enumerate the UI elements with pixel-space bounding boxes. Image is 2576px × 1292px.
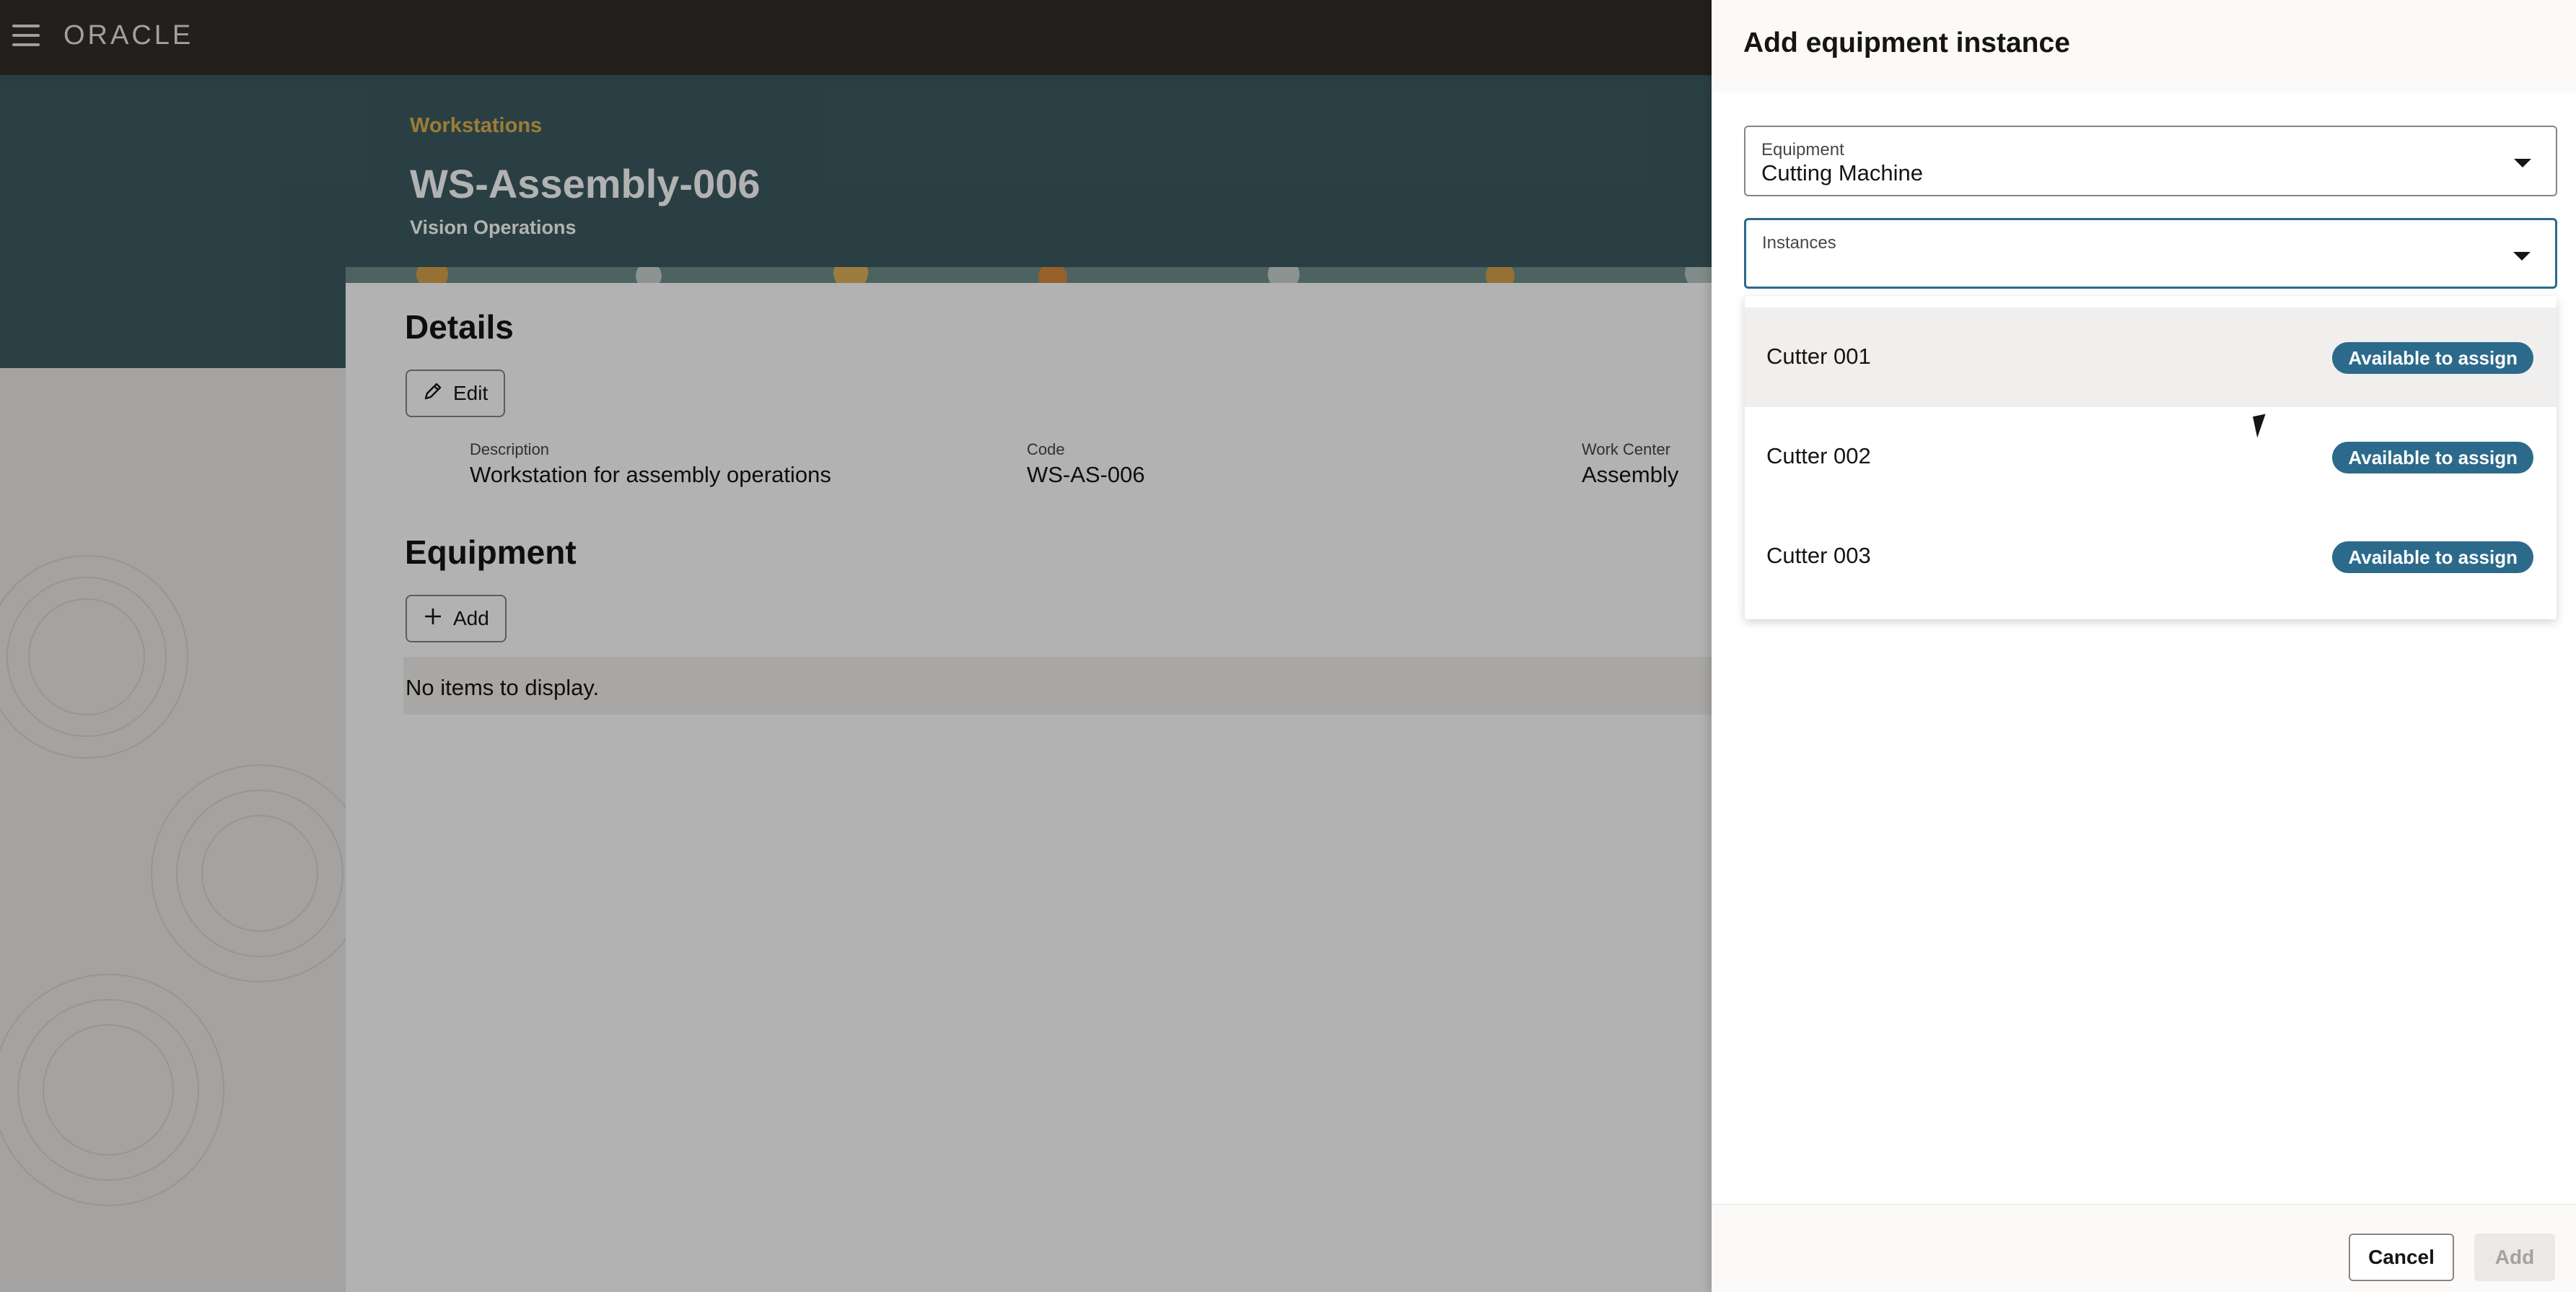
- add-instance-button[interactable]: Add: [2474, 1234, 2555, 1281]
- list-item[interactable]: Cutter 002 Available to assign: [1745, 407, 2557, 507]
- instances-select[interactable]: Instances: [1744, 218, 2557, 289]
- drawer-title: Add equipment instance: [1743, 27, 2070, 58]
- status-badge: Available to assign: [2332, 342, 2533, 374]
- equipment-select-value: Cutting Machine: [1761, 160, 1924, 185]
- status-badge: Available to assign: [2332, 541, 2533, 573]
- add-equipment-drawer: Add equipment instance Equipment Cutting…: [1712, 0, 2576, 1292]
- drawer-footer: Cancel Add: [1712, 1204, 2576, 1292]
- equipment-select[interactable]: Equipment Cutting Machine: [1744, 126, 2557, 196]
- cancel-button[interactable]: Cancel: [2349, 1234, 2454, 1281]
- list-item[interactable]: Cutter 003 Available to assign: [1745, 507, 2557, 606]
- chevron-down-icon[interactable]: [2513, 252, 2531, 261]
- status-badge: Available to assign: [2332, 442, 2533, 473]
- instance-name: Cutter 002: [1766, 443, 1871, 468]
- instance-name: Cutter 003: [1766, 543, 1871, 568]
- instances-dropdown-list: Cutter 001 Available to assign Cutter 00…: [1745, 296, 2557, 619]
- chevron-down-icon[interactable]: [2514, 159, 2531, 167]
- equipment-select-label: Equipment: [1761, 140, 1844, 160]
- instances-select-label: Instances: [1762, 233, 1836, 253]
- drawer-header: Add equipment instance: [1712, 0, 2576, 92]
- instance-name: Cutter 001: [1766, 344, 1871, 369]
- modal-scrim[interactable]: [0, 0, 1712, 1292]
- list-item[interactable]: Cutter 001 Available to assign: [1745, 307, 2557, 407]
